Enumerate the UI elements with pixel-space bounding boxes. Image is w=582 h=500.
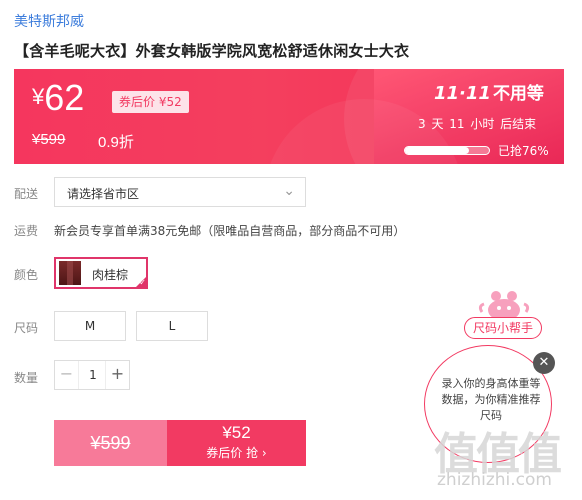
color-label: 颜色: [14, 268, 39, 282]
shipping-label: 配送: [14, 187, 39, 201]
price-value: 62: [44, 77, 85, 118]
grabbed-percent-label: 已抢76%: [498, 144, 549, 158]
buy-price: ¥52: [222, 423, 251, 442]
shipping-region-value: 请选择省市区: [67, 187, 140, 201]
quantity-stepper: − 1 +: [54, 360, 130, 390]
promo-logo: 11·11 不用等: [434, 79, 544, 104]
freight-label: 运费: [14, 224, 39, 238]
product-title: 【含羊毛呢大衣】外套女韩版学院风宽松舒适休闲女士大衣: [14, 42, 410, 60]
promo-logo-sub: 不用等: [492, 84, 544, 104]
color-name: 肉桂棕: [92, 268, 129, 282]
countdown-timer: 3 天 11 小时 后结束: [418, 117, 537, 131]
coat-thumbnail: [59, 261, 81, 285]
buy-after-coupon-button[interactable]: ¥52 券后价 抢 ›: [167, 420, 306, 466]
grabbed-progress-fill: [405, 147, 469, 154]
discount-label: 0.9折: [98, 134, 134, 151]
size-option-l[interactable]: L: [136, 311, 208, 341]
watermark-url: zhizhizhi.com: [437, 470, 552, 490]
after-coupon-tag: 券后价 ¥52: [112, 91, 189, 113]
currency-symbol: ¥: [32, 84, 45, 109]
original-price: ¥599: [32, 131, 66, 148]
current-price: ¥62: [32, 77, 84, 119]
freight-info: 新会员专享首单满38元免邮（限唯品自营商品，部分商品不可用）: [54, 224, 406, 238]
price-banner: ¥62 券后价 ¥52 ¥599 0.9折 11·11 不用等 3 天 11 小时…: [14, 69, 564, 164]
brand-link[interactable]: 美特斯邦威: [14, 11, 84, 31]
size-option-m[interactable]: M: [54, 311, 126, 341]
quantity-value[interactable]: 1: [79, 361, 107, 389]
buy-button-group: ¥599 ¥52 券后价 抢 ›: [54, 420, 306, 466]
promo-logo-mark: 11·11: [434, 83, 491, 104]
size-label: 尺码: [14, 321, 39, 335]
shipping-region-select[interactable]: 请选择省市区 ⌄: [54, 177, 306, 207]
grabbed-progress-bar: [404, 146, 490, 155]
size-helper-text: 录入你的身高体重等数据，为你精准推荐尺码: [441, 377, 541, 422]
color-swatch-selected[interactable]: 肉桂棕 ✓: [54, 257, 148, 289]
close-icon[interactable]: ✕: [533, 352, 555, 374]
quantity-increase-button[interactable]: +: [105, 361, 129, 389]
chevron-down-icon: ⌄: [283, 183, 295, 199]
quantity-decrease-button[interactable]: −: [55, 361, 79, 389]
size-helper-button[interactable]: 尺码小帮手: [464, 317, 543, 339]
original-price-button[interactable]: ¥599: [54, 420, 167, 466]
quantity-label: 数量: [14, 371, 39, 385]
check-icon: ✓: [139, 278, 146, 287]
buy-action-label: 券后价 抢 ›: [206, 446, 267, 460]
